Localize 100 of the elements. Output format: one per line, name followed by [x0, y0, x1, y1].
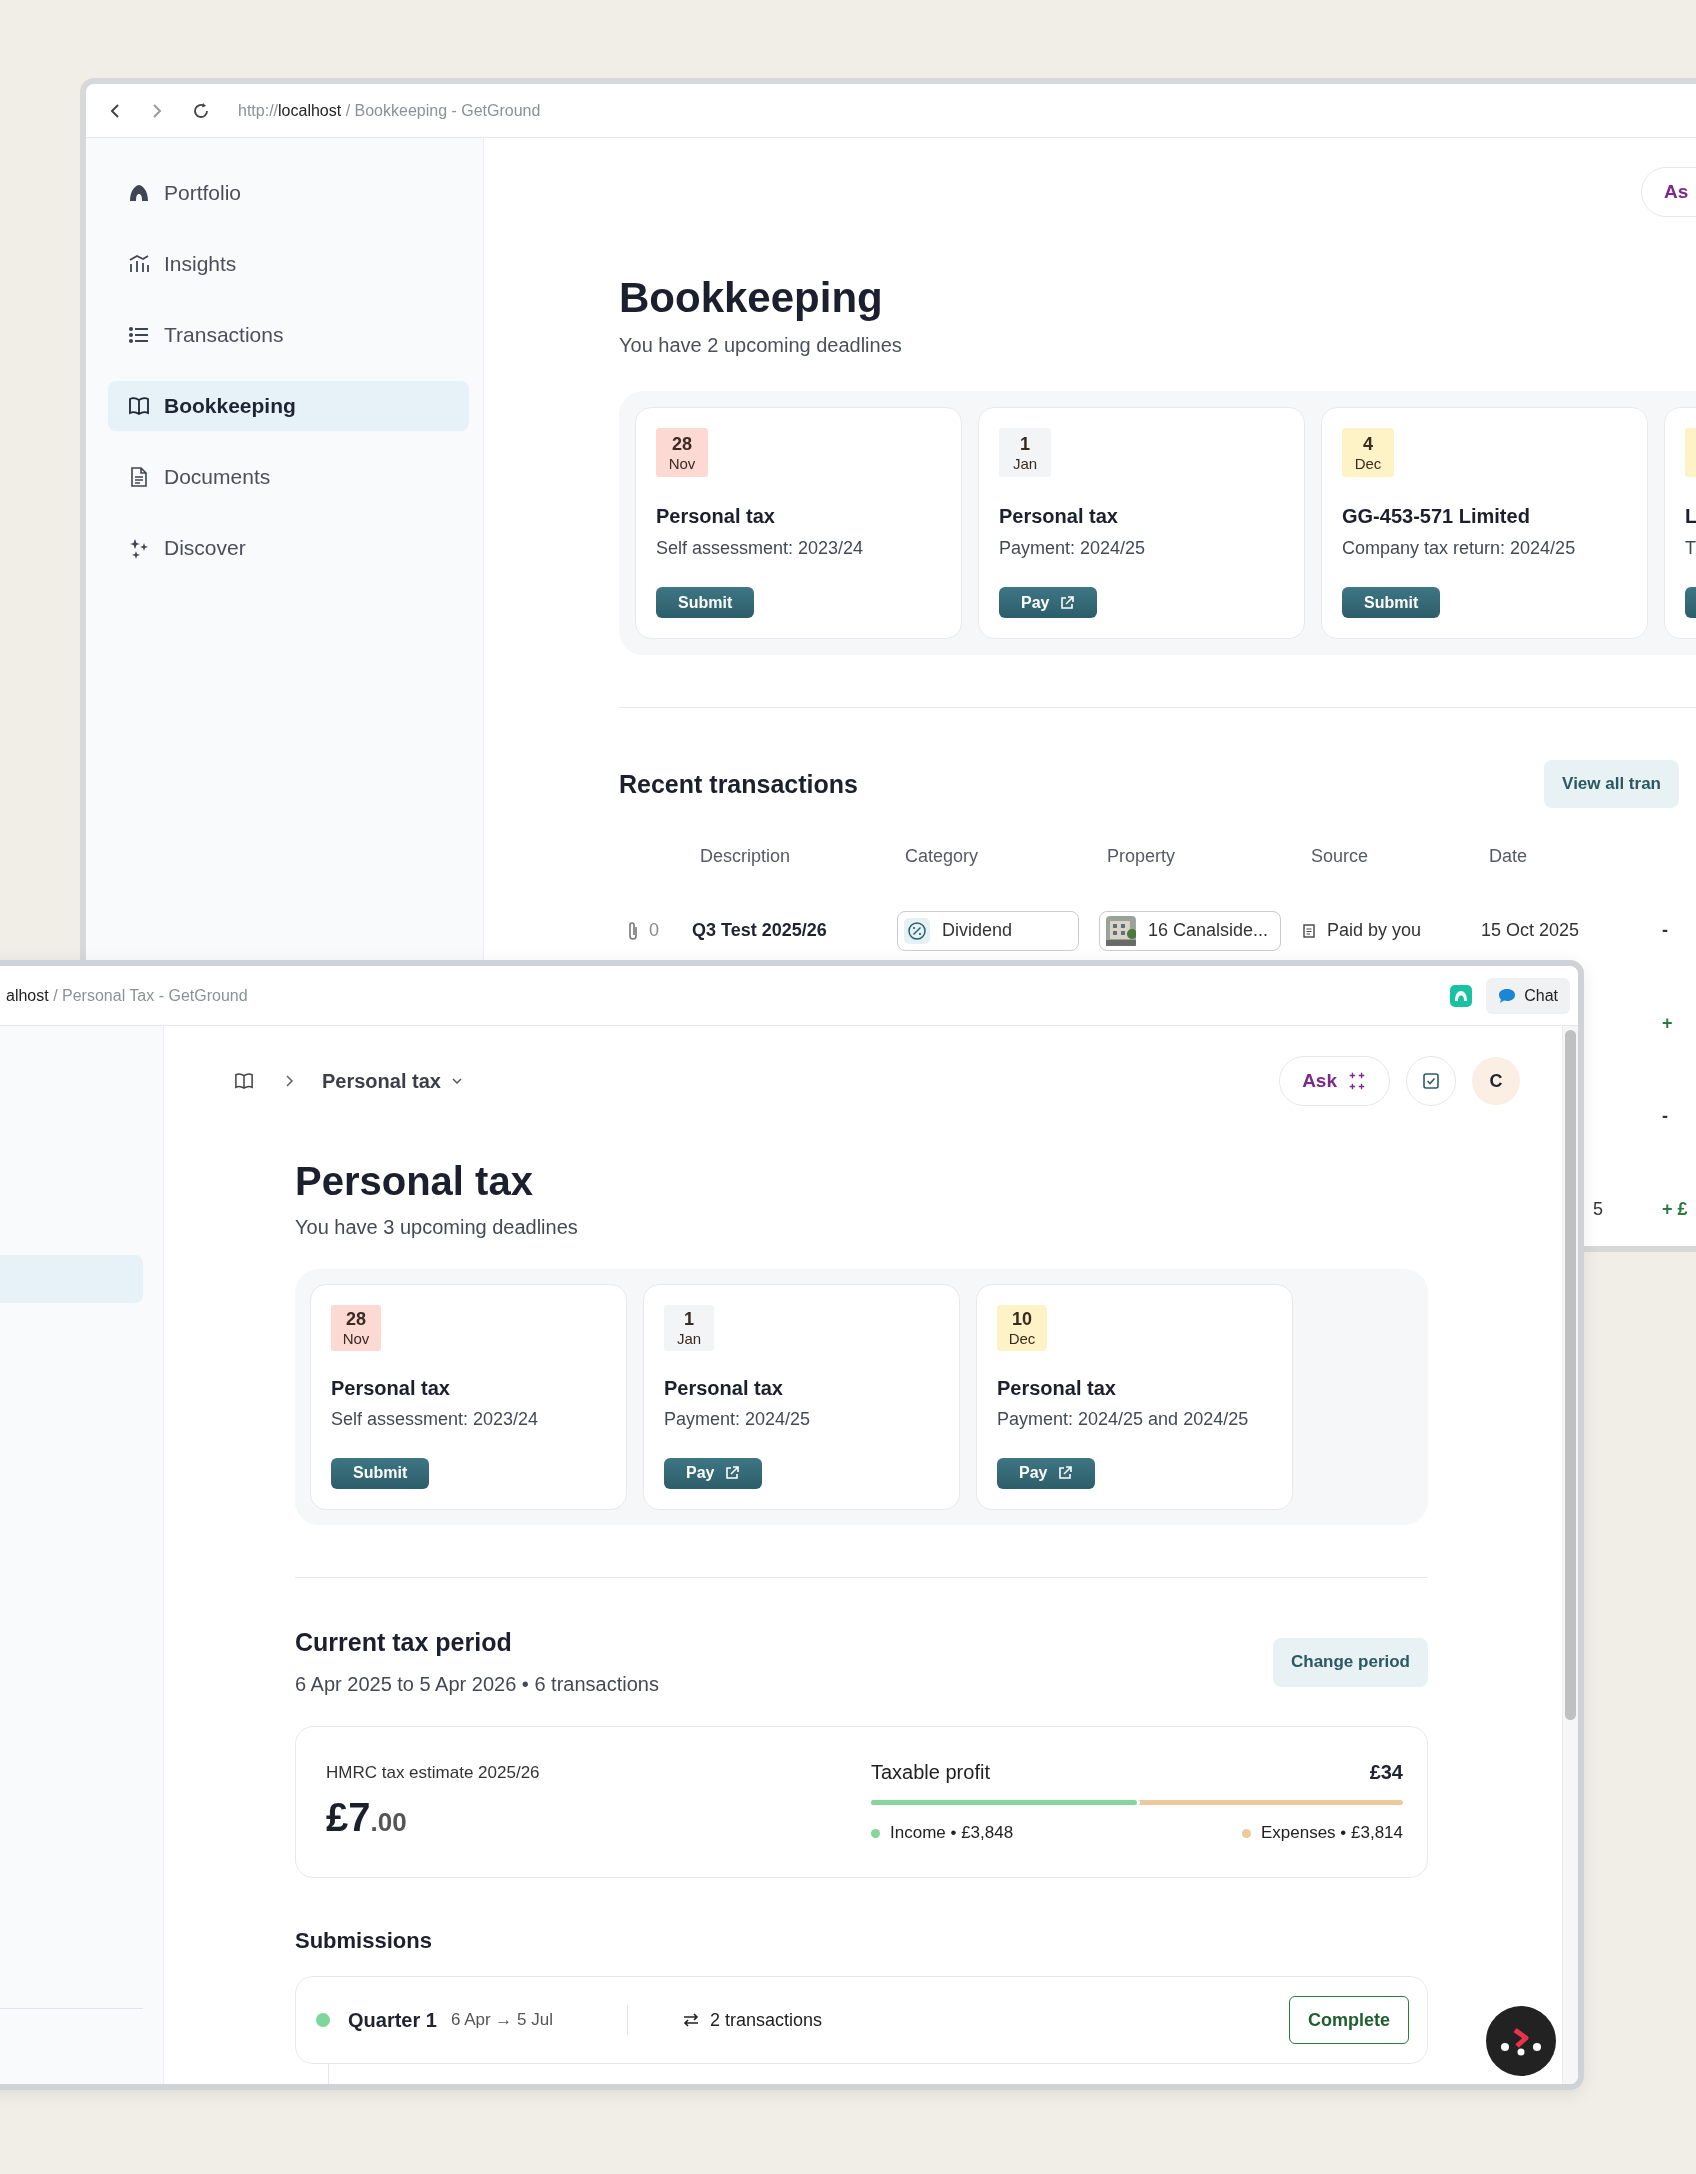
network-icon: [1499, 2026, 1543, 2056]
address-url[interactable]: alhost / Personal Tax - GetGround: [6, 986, 248, 1005]
table-cell: 5: [1593, 1199, 1603, 1219]
column-header: Source: [1310, 845, 1370, 867]
breadcrumb-dropdown[interactable]: Personal tax: [322, 1069, 463, 1093]
sidebar-item[interactable]: Transactions: [108, 310, 469, 360]
forward-icon[interactable]: [150, 102, 164, 119]
book-icon: [128, 395, 150, 417]
paperclip-icon: [627, 920, 639, 941]
deadline-subtitle: Payment: 2024/25: [999, 538, 1146, 560]
section-title: Current tax period: [295, 1628, 513, 1657]
column-header: Property: [1106, 845, 1177, 867]
dome-icon: [128, 182, 150, 204]
amount-cell-text: -: [1661, 1106, 1668, 1126]
transaction-count: 2 transactions: [710, 2009, 823, 2031]
scrollbar-thumb[interactable]: [1565, 1030, 1576, 1720]
action-button[interactable]: Pay: [997, 1457, 1096, 1489]
receipt-icon: [1303, 923, 1315, 938]
sidebar-item[interactable]: Discover: [108, 523, 469, 573]
page-title: Bookkeeping: [619, 274, 884, 322]
deadline-title: Personal tax: [656, 505, 775, 529]
sidebar-item[interactable]: Insights: [108, 239, 469, 289]
action-button[interactable]: Pay: [999, 587, 1098, 618]
ask-button[interactable]: As: [1641, 167, 1696, 217]
amount-cell-text: -: [1661, 920, 1668, 940]
profit-label: Taxable profit: [871, 1761, 990, 1784]
deadline-subtitle: Payment: 2024/25 and 2024/25: [997, 1408, 1249, 1430]
amount-cell-text: + £: [1661, 1199, 1688, 1219]
external-link-icon: [724, 1465, 741, 1482]
quarter-name: Quarter 1: [348, 2008, 437, 2032]
deadline-title: Personal tax: [999, 505, 1118, 529]
external-link-icon: [1059, 594, 1076, 611]
back-icon[interactable]: [108, 102, 122, 119]
deadline-subtitle: Payment: 2024/25: [664, 1408, 811, 1430]
section-title: Submissions: [295, 1928, 433, 1954]
property-field[interactable]: 16 Canalside...: [1099, 910, 1281, 951]
action-button[interactable]: Pay: [664, 1457, 763, 1489]
checkbox-icon: [1422, 1072, 1440, 1090]
table-cell: Paid by you: [1327, 920, 1422, 941]
deadline-title: Personal tax: [331, 1376, 450, 1400]
change-period-button[interactable]: Change period: [1273, 1637, 1428, 1687]
deadline-subtitle: Self assessment: 2023/24: [331, 1408, 539, 1430]
tasks-button[interactable]: [1406, 1056, 1456, 1106]
avatar[interactable]: C: [1472, 1057, 1520, 1105]
action-button[interactable]: Submit: [1342, 587, 1441, 618]
date-badge: 10 Dec: [997, 1305, 1047, 1351]
swap-icon: [682, 2012, 700, 2028]
profit-value: £34: [1369, 1761, 1403, 1784]
status-button[interactable]: Complete: [1289, 1996, 1409, 2044]
date-badge: 4 Dec: [1342, 428, 1394, 478]
sidebar-item[interactable]: Bookkeeping: [108, 381, 469, 431]
chat-button[interactable]: Chat: [1486, 977, 1570, 1014]
table-cell: Q3 Test 2025/26: [692, 920, 827, 940]
legend-label: Income • £3,848: [890, 1823, 1014, 1843]
estimate-label: HMRC tax estimate 2025/26: [326, 1763, 541, 1783]
column-header: Date: [1488, 845, 1529, 867]
page-subtitle: You have 2 upcoming deadlines: [619, 334, 903, 357]
estimate-amount: £7.00: [326, 1795, 408, 1840]
sparkles-icon: [1347, 1071, 1367, 1091]
date-badge: 28 Nov: [331, 1305, 381, 1351]
action-button[interactable]: Submit: [656, 587, 755, 618]
date-badge: 1 Jan: [999, 428, 1051, 478]
percent-icon: [904, 917, 930, 944]
speech-bubble-icon: [1498, 987, 1517, 1004]
quarter-dates: 6 Apr → 5 Jul: [450, 2010, 553, 2030]
ask-button[interactable]: Ask: [1279, 1056, 1390, 1106]
section-title: Recent transactions: [619, 769, 858, 799]
sidebar-item[interactable]: Portfolio: [108, 168, 469, 218]
deadline-title: L: [1685, 505, 1696, 529]
sidebar-item[interactable]: Documents: [108, 452, 469, 502]
chevron-down-icon: [450, 1077, 463, 1085]
book-icon[interactable]: [234, 1072, 254, 1090]
period-subtitle: 6 Apr 2025 to 5 Apr 2026 • 6 transactions: [295, 1673, 659, 1696]
date-badge: 1 Jan: [664, 1305, 714, 1351]
deadline-subtitle: T: [1685, 538, 1696, 560]
date-badge: 28 Nov: [656, 428, 708, 478]
income-dot: [871, 1828, 880, 1838]
deadline-subtitle: Company tax return: 2024/25: [1342, 538, 1576, 560]
chevron-right-icon: [284, 1074, 294, 1088]
page-title: Personal tax: [295, 1159, 534, 1204]
chart-icon: [128, 253, 150, 275]
document-icon: [128, 466, 150, 488]
deadline-subtitle: Self assessment: 2023/24: [656, 538, 864, 560]
amount-cell-text: +: [1661, 1013, 1673, 1033]
view-all-button[interactable]: View all tran: [1544, 760, 1679, 808]
external-link-icon: [1057, 1465, 1074, 1482]
deadline-title: Personal tax: [997, 1376, 1116, 1400]
address-url[interactable]: http://localhost / Bookkeeping - GetGround: [238, 101, 541, 120]
category-field[interactable]: Dividend: [897, 910, 1079, 951]
table-cell: 15 Oct 2025: [1481, 920, 1580, 940]
deadline-title: GG-453-571 Limited: [1342, 505, 1530, 529]
action-button[interactable]: Submit: [331, 1457, 430, 1489]
submission-row[interactable]: Quarter 1 6 Apr → 5 Jul 2 transactions Complete: [295, 1976, 1428, 2064]
legend-label: Expenses • £3,814: [1260, 1823, 1403, 1843]
expenses-dot: [1241, 1828, 1251, 1838]
list-icon: [128, 324, 150, 346]
reload-icon[interactable]: [192, 101, 210, 120]
attachment-count: 0: [649, 920, 659, 941]
column-header: Category: [904, 845, 980, 867]
deadline-title: Personal tax: [664, 1376, 783, 1400]
